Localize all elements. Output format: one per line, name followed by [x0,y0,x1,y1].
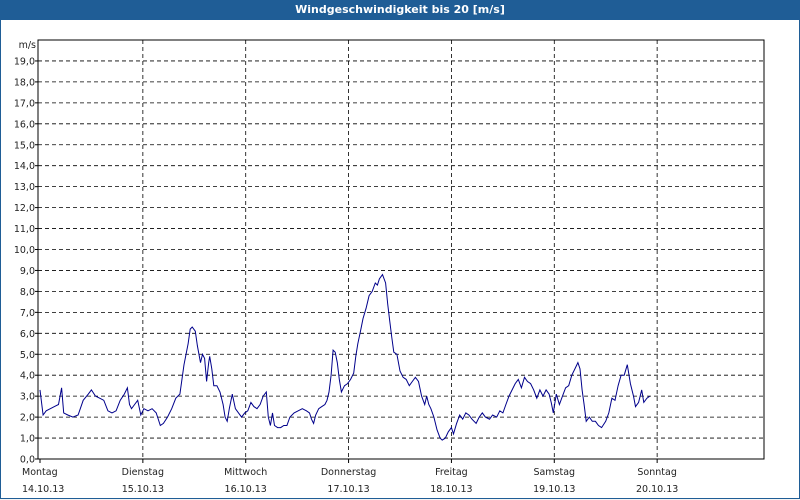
y-tick-label: 4,0 [20,371,35,382]
x-tick-day-label: Dienstag [122,467,164,478]
y-tick-label: 19,0 [14,56,35,67]
y-tick-label: 10,0 [14,245,35,256]
y-tick-label: 1,0 [20,434,35,445]
x-tick-date-label: 20.10.13 [636,484,678,495]
x-tick-date-label: 14.10.13 [22,484,64,495]
x-tick-date-label: 16.10.13 [225,484,267,495]
x-tick-date-label: 17.10.13 [327,484,369,495]
x-tick-date-label: 19.10.13 [533,484,575,495]
y-tick-label: 6,0 [20,329,35,340]
x-tick-date-label: 15.10.13 [122,484,164,495]
x-tick-date-label: 18.10.13 [430,484,472,495]
x-tick-day-label: Mittwoch [224,467,267,478]
y-tick-label: 14,0 [14,161,35,172]
y-tick-label: 17,0 [14,98,35,109]
y-axis-label: m/s [19,40,36,51]
x-tick-day-label: Donnerstag [321,467,376,478]
y-tick-label: 9,0 [20,266,35,277]
y-tick-label: 13,0 [14,182,35,193]
y-tick-label: 11,0 [14,224,35,235]
x-tick-day-label: Samstag [533,467,575,478]
y-tick-label: 16,0 [14,119,35,130]
y-tick-label: 8,0 [20,287,35,298]
y-tick-label: 18,0 [14,77,35,88]
y-tick-label: 7,0 [20,308,35,319]
y-tick-label: 15,0 [14,140,35,151]
y-tick-label: 3,0 [20,392,35,403]
y-tick-label: 5,0 [20,350,35,361]
x-tick-day-label: Freitag [435,467,468,478]
y-axis-ticks: 0,0 1,0 2,0 3,0 4,0 5,0 6,0 7,0 8,0 9,0 10,0 11,0 12… [14,56,38,466]
wind-speed-chart: 0,0 1,0 2,0 3,0 4,0 5,0 6,0 7,0 8,0 9,0 10,0 11,0 12… [14,39,765,495]
x-axis-ticks: Montag 14.10.13 Dienstag 15.10.13 Mittwoch 16… [22,459,678,495]
x-tick-day-label: Montag [22,467,58,478]
y-tick-label: 12,0 [14,203,35,214]
x-tick-day-label: Sonntag [637,467,676,478]
y-tick-label: 0,0 [20,455,35,466]
y-tick-label: 2,0 [20,413,35,424]
